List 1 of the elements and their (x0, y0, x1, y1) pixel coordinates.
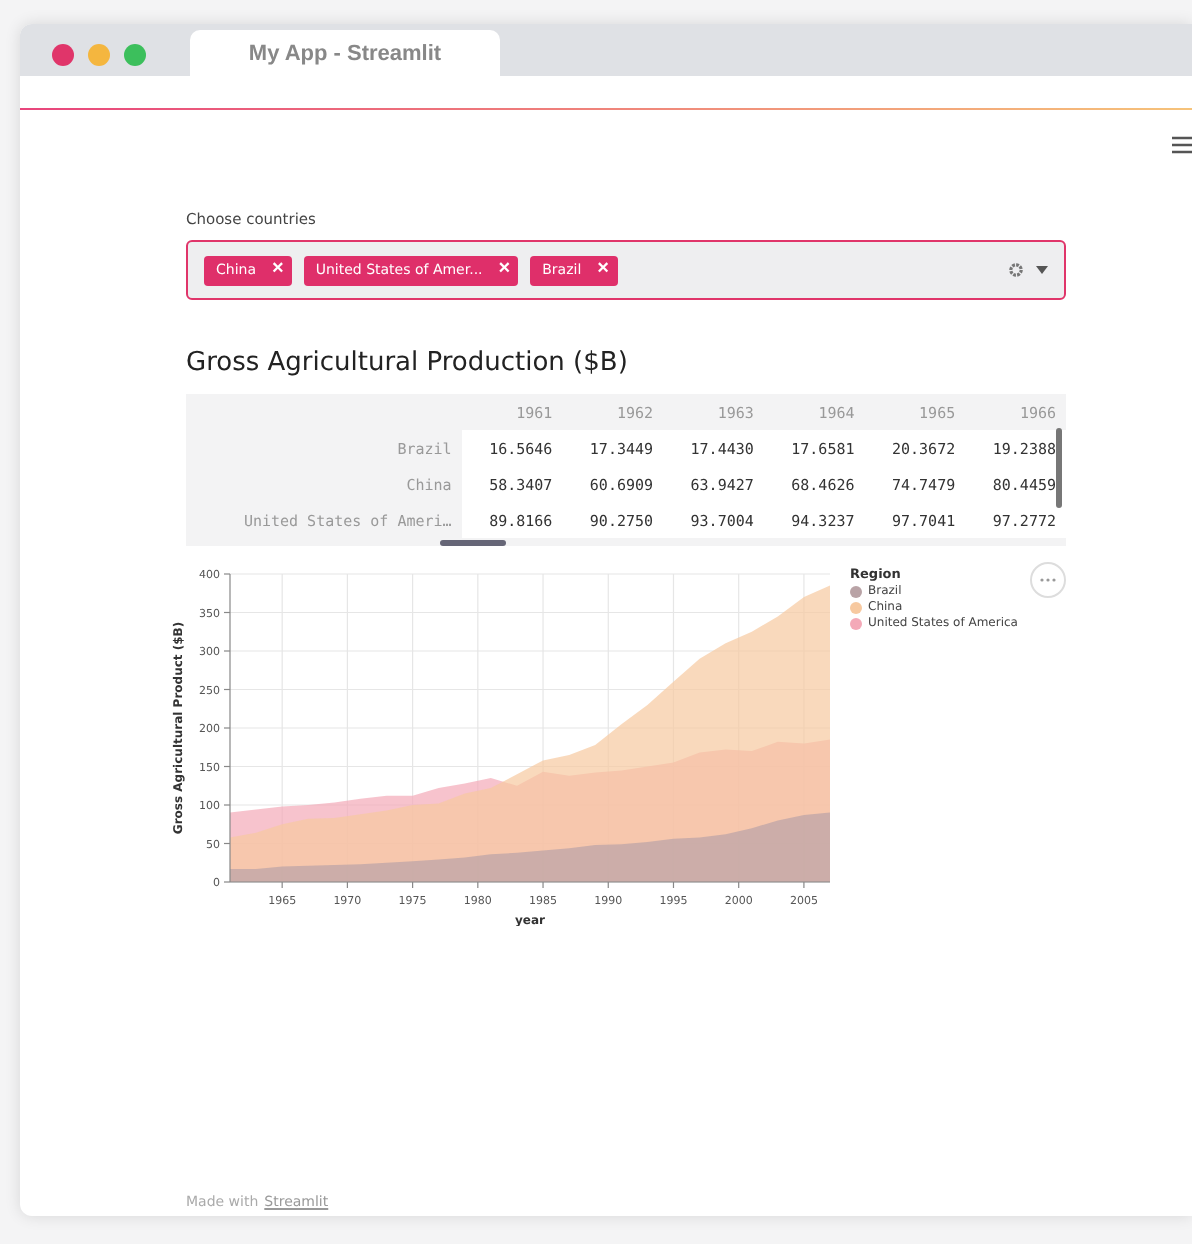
section-heading: Gross Agricultural Production ($B) (186, 348, 630, 378)
